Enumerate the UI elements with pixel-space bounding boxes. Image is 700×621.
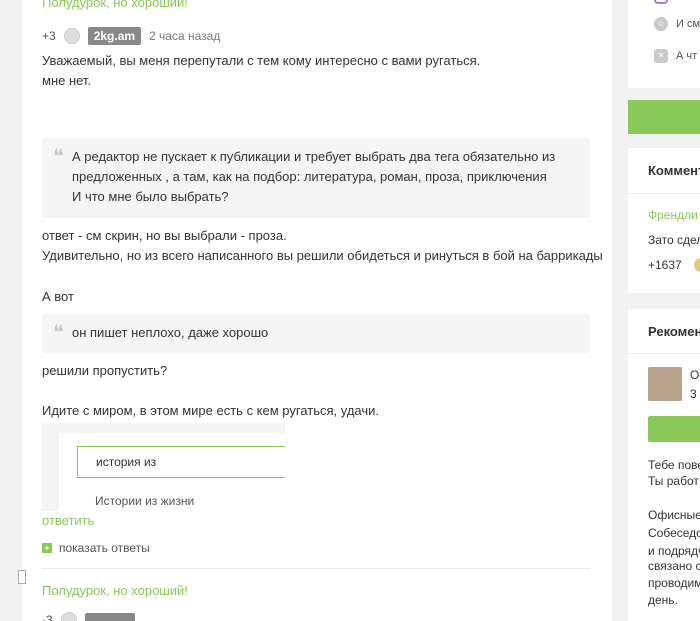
widget-rating: +1637 <box>648 258 682 272</box>
green-banner-button[interactable] <box>628 100 700 134</box>
screenshot-search-input: история из <box>77 446 285 478</box>
divider <box>628 193 700 194</box>
comment-text-line: Уважаемый, вы меня перепутали с тем кому… <box>42 53 481 68</box>
comment-icon: ☺ <box>654 17 668 31</box>
comment-text-line: Удивительно, но из всего написанного вы … <box>42 248 603 263</box>
widget-heading: Коммент <box>648 163 700 178</box>
attached-screenshot[interactable]: история из Истории из жизни <box>42 423 285 511</box>
reply-link[interactable]: ответить <box>42 513 94 528</box>
username-badge[interactable]: 2kg.am <box>87 27 142 45</box>
quote-line: он пишет неплохо, даже хорошо <box>72 325 269 340</box>
comment-meta: -3 <box>42 612 135 621</box>
quote-line: предложенных , а там, как на подбор: лит… <box>72 169 547 184</box>
recommended-text: день. <box>648 593 678 607</box>
subscribe-button[interactable] <box>648 416 700 442</box>
show-replies-label: показать ответы <box>59 541 150 555</box>
badge-icon <box>654 0 668 4</box>
recommended-name[interactable]: Ос <box>690 366 700 384</box>
comment-text-line: Идите с миром, в этом мире есть с кем ру… <box>42 403 380 418</box>
divider <box>42 568 590 569</box>
screenshot-panel: история из Истории из жизни <box>59 433 285 511</box>
post-title-link[interactable]: Полудурок, но хороший! <box>42 0 188 10</box>
quote-block: ❝ А редактор не пускает к публикации и т… <box>42 138 590 218</box>
comment-text-line: решили пропустить? <box>42 363 168 378</box>
comment-meta: +3 2kg.am 2 часа назад <box>42 27 220 45</box>
widget-heading: Рекомен <box>648 324 700 339</box>
plus-icon: + <box>42 543 52 553</box>
avatar[interactable] <box>694 258 700 272</box>
screenshot-suggestion: Истории из жизни <box>95 494 195 508</box>
comment-text-line: А вот <box>42 289 74 304</box>
avatar[interactable] <box>648 367 682 401</box>
comments-column: Полудурок, но хороший! +3 2kg.am 2 часа … <box>18 0 612 621</box>
recommended-text: проводим <box>648 576 700 590</box>
shield-icon: ✕ <box>654 49 668 63</box>
quote-block: ❝ он пишет неплохо, даже хорошо <box>42 314 590 353</box>
sidebar-row[interactable]: ☺ И см <box>654 17 700 31</box>
sidebar-row-label: И см <box>676 18 700 30</box>
quote-icon: ❝ <box>53 144 64 168</box>
show-replies-button[interactable]: + показать ответы <box>42 541 150 555</box>
recommended-text: Собеседо <box>648 526 700 540</box>
user-avatar[interactable] <box>60 612 77 621</box>
quote-line: И что мне было выбрать? <box>72 189 229 204</box>
recommended-text: Офисные <box>648 508 700 522</box>
sidebar-row-label: А чт <box>676 50 698 62</box>
sidebar-card: ☺ И см ✕ А чт <box>628 0 700 88</box>
widget-comment-text: Зато сдел <box>648 233 700 247</box>
recommended-text: Ты работ <box>648 474 699 488</box>
comment-rating: +3 <box>42 29 56 43</box>
comment-text-line: мне нет. <box>42 73 92 88</box>
username-badge[interactable] <box>84 613 135 621</box>
widget-post-link[interactable]: Френдли <box>648 206 698 224</box>
divider <box>628 353 700 354</box>
post-title-link[interactable]: Полудурок, но хороший! <box>42 583 188 598</box>
comment-text-line: ответ - см скрин, но вы выбрали - проза. <box>42 228 287 243</box>
quote-icon: ❝ <box>53 320 64 344</box>
recommended-text: связано с <box>648 559 700 573</box>
comments-widget: Коммент Френдли Зато сдел +1637 <box>628 148 700 293</box>
quote-line: А редактор не пускает к публикации и тре… <box>72 149 556 164</box>
recommended-time: 3 <box>690 387 697 401</box>
scrollbar-thumb[interactable] <box>18 570 26 584</box>
comment-rating: -3 <box>42 613 53 621</box>
comment-time[interactable]: 2 часа назад <box>149 29 220 43</box>
right-sidebar: ☺ И см ✕ А чт Коммент Френдли Зато сдел … <box>628 0 700 621</box>
sidebar-row[interactable]: ✕ А чт <box>654 49 697 63</box>
user-avatar[interactable] <box>63 28 80 44</box>
